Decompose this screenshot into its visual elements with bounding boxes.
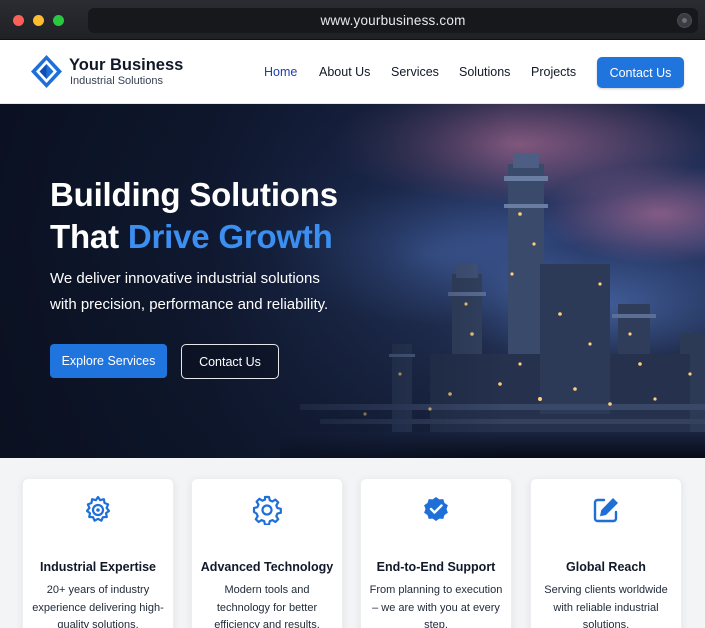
hero-title-accent: Drive Growth: [127, 218, 333, 255]
hero-title-line1: Building Solutions: [50, 176, 338, 213]
minimize-window-button[interactable]: [33, 15, 44, 26]
gear-icon: [252, 495, 282, 525]
feature-text: Modern tools and technology for better e…: [214, 584, 320, 628]
nav-item-services[interactable]: Services: [391, 65, 439, 79]
feature-text: 20+ years of industry experience deliver…: [32, 584, 164, 628]
feature-card-end-to-end-support[interactable]: End-to-End Support From planning to exec…: [360, 478, 512, 628]
hero-subtitle: We deliver innovative industrial solutio…: [50, 270, 329, 313]
brand-name[interactable]: Your Business: [69, 56, 183, 75]
brand-tagline: Industrial Solutions: [70, 75, 163, 87]
close-window-button[interactable]: [13, 15, 24, 26]
hero-contact-us-button[interactable]: Contact Us: [181, 344, 279, 379]
hero-title-line2: That Drive Growth: [50, 216, 338, 258]
hero-title-prefix: That: [50, 218, 128, 255]
edit-icon: [593, 498, 618, 523]
badge-icon: [424, 497, 448, 521]
hero-title: Building Solutions That Drive Growth: [50, 174, 338, 258]
feature-title: Global Reach: [566, 560, 646, 574]
diamond-logo-icon[interactable]: [30, 54, 63, 89]
feature-title: Industrial Expertise: [39, 560, 156, 574]
hero-section: Building Solutions That Drive Growth We …: [0, 104, 705, 458]
features-section: Industrial Expertise 20+ years of indust…: [0, 458, 705, 628]
site-header: Your Business Industrial Solutions Home …: [0, 40, 705, 104]
extension-icon[interactable]: [677, 13, 692, 28]
nav-item-solutions[interactable]: Solutions: [459, 65, 510, 79]
feature-title: End-to-End Support: [376, 560, 496, 574]
nav-item-projects[interactable]: Projects: [531, 65, 576, 79]
feature-card-global-reach[interactable]: Global Reach Serving clients worldwide w…: [530, 478, 682, 628]
feature-text: Serving clients worldwide with reliable …: [544, 584, 668, 628]
maximize-window-button[interactable]: [53, 15, 64, 26]
gear-target-icon: [85, 495, 111, 522]
feature-text: From planning to execution – we are with…: [369, 584, 503, 628]
contact-us-button[interactable]: Contact Us: [597, 57, 684, 88]
explore-services-button[interactable]: Explore Services: [50, 344, 167, 378]
browser-toolbar: www.yourbusiness.com: [0, 0, 705, 40]
feature-card-advanced-technology[interactable]: Advanced Technology Modern tools and tec…: [191, 478, 343, 628]
feature-title: Advanced Technology: [200, 560, 334, 574]
address-bar[interactable]: www.yourbusiness.com: [88, 8, 698, 33]
feature-card-industrial-expertise[interactable]: Industrial Expertise 20+ years of indust…: [22, 478, 174, 628]
nav-item-home[interactable]: Home: [264, 65, 297, 79]
url-text: www.yourbusiness.com: [320, 13, 466, 28]
nav-item-about-us[interactable]: About Us: [319, 65, 370, 79]
